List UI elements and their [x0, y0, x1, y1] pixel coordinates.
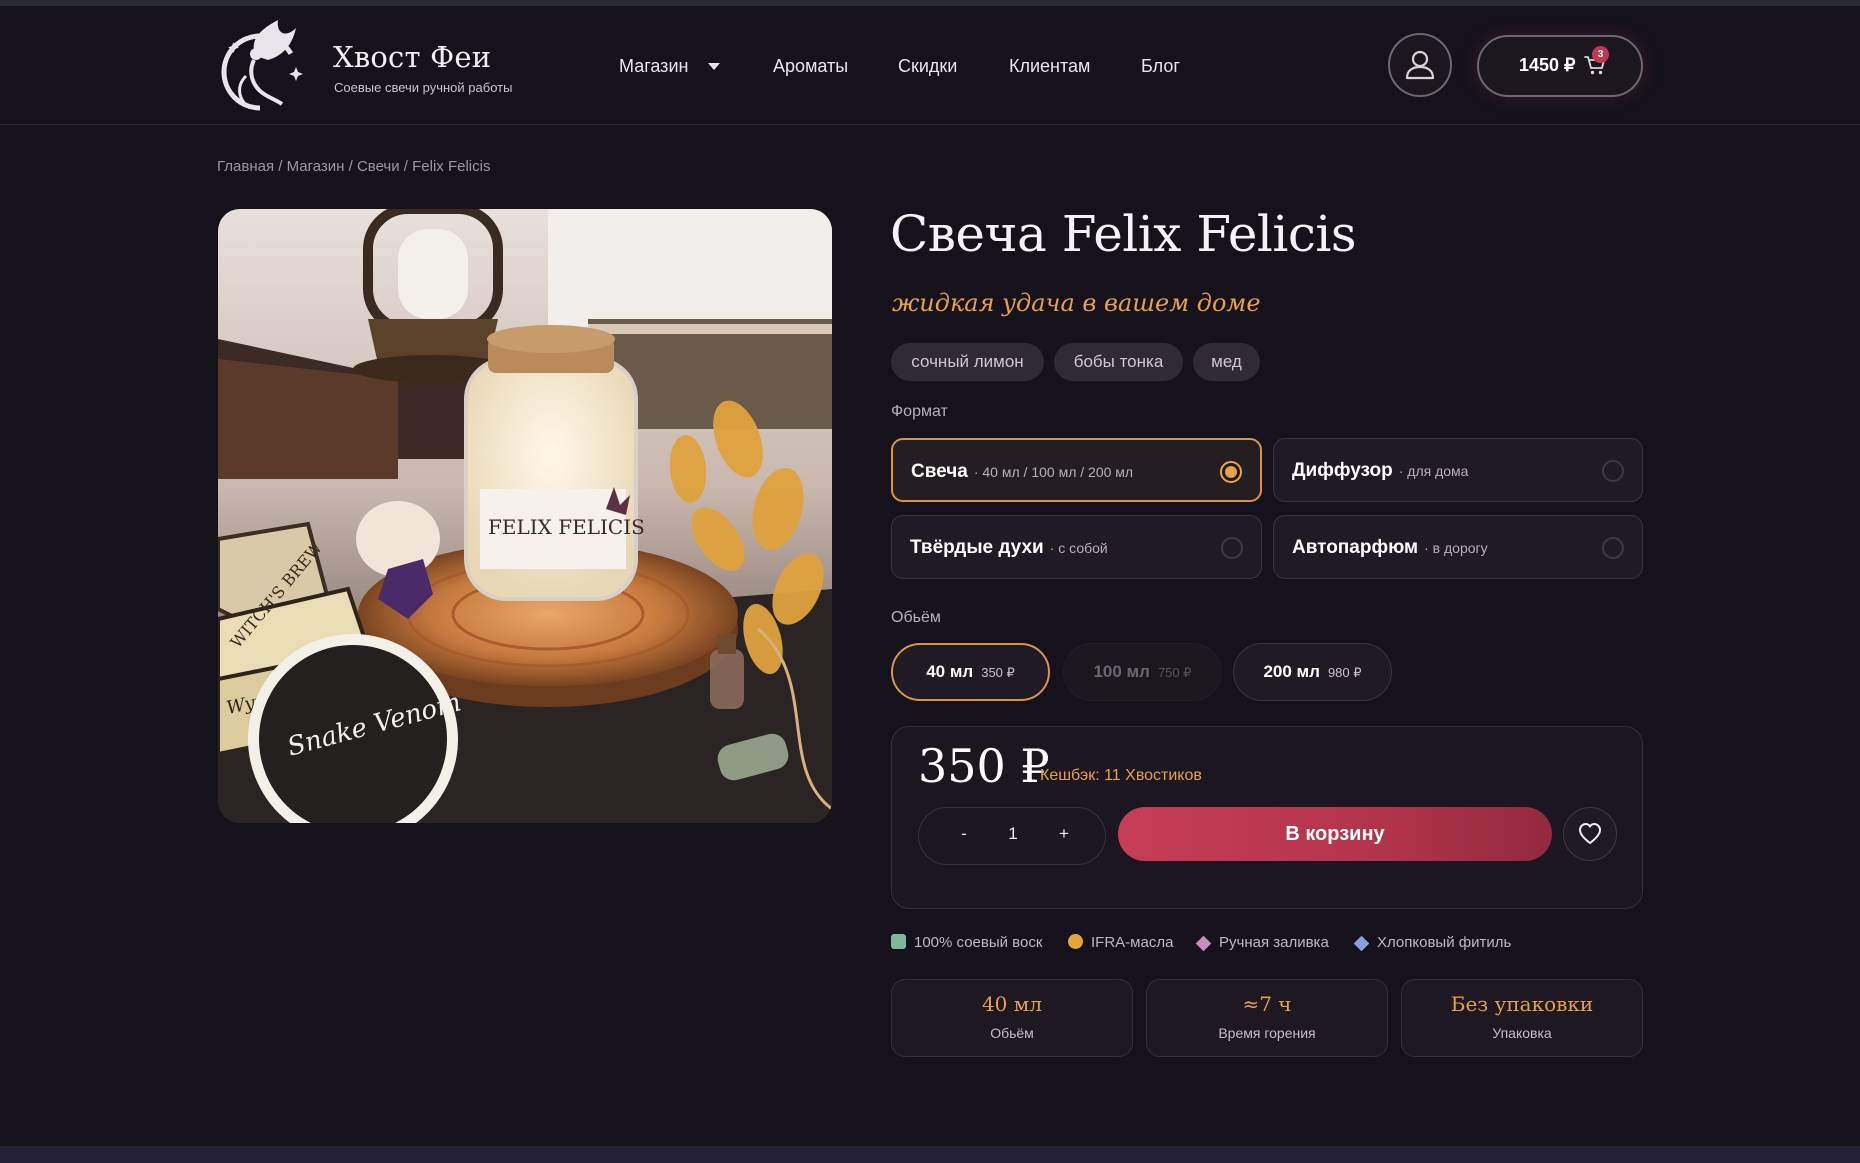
- quantity-stepper: - 1 +: [918, 807, 1106, 865]
- aroma-tag[interactable]: сочный лимон: [891, 343, 1044, 381]
- format-option-note: · для дома: [1398, 463, 1469, 479]
- feature-cotton-wick: Хлопковый фитиль: [1353, 934, 1512, 952]
- format-option-solid-perfume[interactable]: Твёрдые духи · с собой: [891, 515, 1262, 579]
- feature-label: 100% соевый воск: [914, 934, 1043, 951]
- wishlist-button[interactable]: [1563, 807, 1617, 861]
- radio-selected[interactable]: [1220, 461, 1242, 483]
- spec-value: 40 мл: [981, 992, 1043, 1016]
- product-title: Свеча Felix Felicis: [890, 205, 1357, 263]
- format-option-name: Свеча: [911, 461, 968, 482]
- spec-card-burn-time: ≈7 ч Время горения: [1146, 979, 1388, 1057]
- square-icon: [891, 934, 906, 949]
- format-option-name: Автопарфюм: [1292, 537, 1419, 558]
- product-price: 350 ₽: [918, 739, 1050, 793]
- buy-box: 350 ₽ Кешбэк: 11 Хвостиков - 1 + В корзи…: [891, 726, 1643, 909]
- aroma-tag[interactable]: мед: [1193, 343, 1260, 381]
- add-to-cart-button[interactable]: В корзину: [1118, 807, 1552, 861]
- volume-size: 200 мл: [1263, 662, 1320, 681]
- site-header: Хвост Феи Соевые свечи ручной работы Маг…: [0, 6, 1860, 125]
- user-icon: [1405, 50, 1435, 80]
- caret-down-icon[interactable]: [708, 63, 720, 70]
- account-button[interactable]: [1388, 33, 1452, 97]
- quantity-value[interactable]: 1: [998, 824, 1028, 844]
- spec-card-volume: 40 мл Обьём: [891, 979, 1133, 1057]
- diamond-icon: [1195, 935, 1212, 952]
- format-option-name: Диффузор: [1292, 460, 1393, 481]
- feature-ifra-oils: IFRA-масла: [1068, 934, 1173, 951]
- breadcrumb[interactable]: Главная / Магазин / Свечи / Felix Felici…: [217, 158, 490, 175]
- fairy-logo[interactable]: [216, 16, 312, 120]
- nav-item-customers[interactable]: Клиентам: [1009, 56, 1090, 77]
- radio-unselected[interactable]: [1602, 537, 1624, 559]
- feature-hand-poured: Ручная заливка: [1195, 934, 1329, 952]
- feature-label: Ручная заливка: [1219, 934, 1329, 951]
- spec-value: ≈7 ч: [1242, 992, 1292, 1016]
- feature-soy-wax: 100% соевый воск: [891, 934, 1042, 951]
- spec-card-packaging: Без упаковки Упаковка: [1401, 979, 1643, 1057]
- volume-size: 100 мл: [1093, 662, 1150, 681]
- spec-value: Без упаковки: [1450, 992, 1594, 1016]
- volume-price: 750 ₽: [1157, 665, 1192, 680]
- quantity-increase-button[interactable]: +: [1049, 824, 1079, 844]
- volume-option-200[interactable]: 200 мл 980 ₽: [1233, 643, 1392, 701]
- nav-item-blog[interactable]: Блог: [1141, 56, 1180, 77]
- diamond-icon: [1353, 935, 1370, 952]
- quantity-decrease-button[interactable]: -: [949, 824, 979, 844]
- volume-price: 350 ₽: [981, 665, 1015, 680]
- product-image[interactable]: FELIX FELICIS WITCH'S BREW Wyvern Venom …: [218, 209, 832, 823]
- heart-icon: [1579, 823, 1601, 844]
- volume-label: Обьём: [891, 609, 941, 626]
- nav-item-aromas[interactable]: Ароматы: [773, 56, 848, 77]
- cart-button[interactable]: 1450 ₽ 3: [1477, 35, 1643, 97]
- format-option-name: Твёрдые духи: [910, 537, 1044, 558]
- jar-label: FELIX FELICIS: [488, 515, 645, 539]
- volume-option-100[interactable]: 100 мл 750 ₽: [1063, 643, 1222, 701]
- circle-icon: [1068, 934, 1083, 949]
- format-label: Формат: [891, 403, 948, 420]
- cart-count-badge: 3: [1592, 46, 1609, 63]
- format-option-diffuser[interactable]: Диффузор · для дома: [1273, 438, 1643, 502]
- radio-unselected[interactable]: [1221, 537, 1243, 559]
- spec-label: Время горения: [1218, 1025, 1316, 1041]
- nav-item-shop[interactable]: Магазин: [619, 56, 688, 77]
- cart-total: 1450 ₽: [1519, 55, 1576, 75]
- feature-label: IFRA-масла: [1091, 934, 1174, 951]
- format-option-car-perfume[interactable]: Автопарфюм · в дорогу: [1273, 515, 1643, 579]
- volume-option-40[interactable]: 40 мл 350 ₽: [891, 643, 1050, 701]
- feature-label: Хлопковый фитиль: [1377, 934, 1512, 951]
- brand-tagline: Соевые свечи ручной работы: [334, 80, 513, 95]
- aroma-tag[interactable]: бобы тонка: [1054, 343, 1183, 381]
- volume-price: 980 ₽: [1327, 665, 1362, 680]
- format-option-note: · с собой: [1049, 540, 1108, 556]
- format-option-candle[interactable]: Свеча · 40 мл / 100 мл / 200 мл: [891, 438, 1262, 502]
- spec-label: Обьём: [990, 1025, 1034, 1041]
- format-option-note: · в дорогу: [1424, 540, 1488, 556]
- spec-label: Упаковка: [1492, 1025, 1552, 1041]
- volume-size: 40 мл: [926, 662, 974, 681]
- radio-unselected[interactable]: [1602, 460, 1624, 482]
- cashback-info: Кешбэк: 11 Хвостиков: [1040, 767, 1202, 784]
- format-option-note: · 40 мл / 100 мл / 200 мл: [973, 464, 1134, 480]
- nav-item-discounts[interactable]: Скидки: [898, 56, 957, 77]
- product-subtitle: жидкая удача в вашем доме: [892, 289, 1261, 317]
- brand-name[interactable]: Хвост Феи: [333, 40, 491, 74]
- footer-edge: [0, 1146, 1860, 1163]
